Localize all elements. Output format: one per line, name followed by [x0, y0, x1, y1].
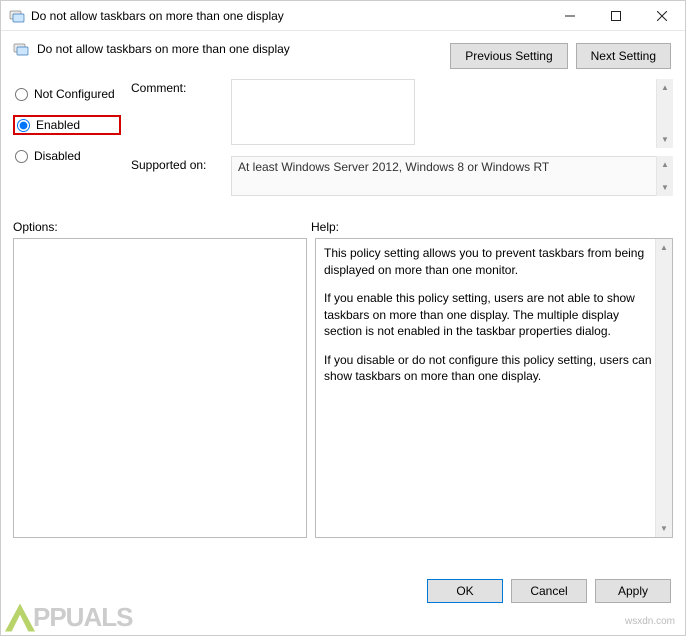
dual-pane: This policy setting allows you to preven…	[1, 238, 685, 538]
ok-button[interactable]: OK	[427, 579, 503, 603]
watermark-left-text: PPUALS	[33, 602, 132, 633]
previous-setting-button[interactable]: Previous Setting	[450, 43, 567, 69]
radio-label: Disabled	[34, 149, 81, 163]
scrollbar[interactable]: ▲ ▼	[656, 156, 673, 196]
watermark-text: wsxdn.com	[625, 616, 675, 627]
comment-textarea[interactable]	[231, 79, 415, 145]
scrollbar[interactable]: ▲ ▼	[655, 239, 672, 537]
help-paragraph: If you enable this policy setting, users…	[324, 290, 652, 340]
radio-enabled[interactable]: Enabled	[13, 115, 121, 135]
comment-label: Comment:	[131, 79, 231, 95]
supported-on-text: At least Windows Server 2012, Windows 8 …	[238, 160, 549, 174]
supported-on-value: At least Windows Server 2012, Windows 8 …	[231, 156, 673, 196]
scroll-up-icon[interactable]: ▲	[657, 156, 673, 173]
options-pane	[13, 238, 307, 538]
minimize-button[interactable]	[547, 1, 593, 31]
policy-icon	[13, 41, 29, 57]
section-labels: Options: Help:	[1, 210, 685, 238]
state-radio-group: Not Configured Enabled Disabled	[13, 79, 121, 204]
scroll-down-icon[interactable]: ▼	[657, 131, 673, 148]
maximize-button[interactable]	[593, 1, 639, 31]
options-label: Options:	[13, 220, 311, 234]
radio-label: Not Configured	[34, 87, 115, 101]
radio-not-configured-input[interactable]	[15, 88, 28, 101]
titlebar: Do not allow taskbars on more than one d…	[1, 1, 685, 31]
scrollbar[interactable]: ▲ ▼	[656, 79, 673, 148]
help-paragraph: This policy setting allows you to preven…	[324, 245, 652, 278]
policy-icon	[9, 8, 25, 24]
scroll-down-icon[interactable]: ▼	[657, 179, 673, 196]
radio-not-configured[interactable]: Not Configured	[13, 85, 121, 103]
window-title: Do not allow taskbars on more than one d…	[31, 9, 284, 23]
dialog-footer: OK Cancel Apply	[427, 579, 671, 603]
watermark-logo: PPUALS	[5, 602, 132, 633]
apply-button[interactable]: Apply	[595, 579, 671, 603]
logo-a-icon	[5, 604, 35, 632]
help-paragraph: If you disable or do not configure this …	[324, 352, 652, 385]
supported-on-label: Supported on:	[131, 156, 231, 172]
config-area: Not Configured Enabled Disabled Comment:…	[1, 69, 685, 210]
radio-label: Enabled	[36, 118, 80, 132]
help-label: Help:	[311, 220, 673, 234]
header-subtitle: Do not allow taskbars on more than one d…	[37, 42, 290, 56]
radio-disabled-input[interactable]	[15, 150, 28, 163]
help-pane: This policy setting allows you to preven…	[315, 238, 673, 538]
radio-enabled-input[interactable]	[17, 119, 30, 132]
close-button[interactable]	[639, 1, 685, 31]
cancel-button[interactable]: Cancel	[511, 579, 587, 603]
scroll-up-icon[interactable]: ▲	[656, 239, 672, 256]
header-row: Do not allow taskbars on more than one d…	[1, 31, 685, 69]
radio-disabled[interactable]: Disabled	[13, 147, 121, 165]
scroll-up-icon[interactable]: ▲	[657, 79, 673, 96]
next-setting-button[interactable]: Next Setting	[576, 43, 671, 69]
scroll-down-icon[interactable]: ▼	[656, 520, 672, 537]
